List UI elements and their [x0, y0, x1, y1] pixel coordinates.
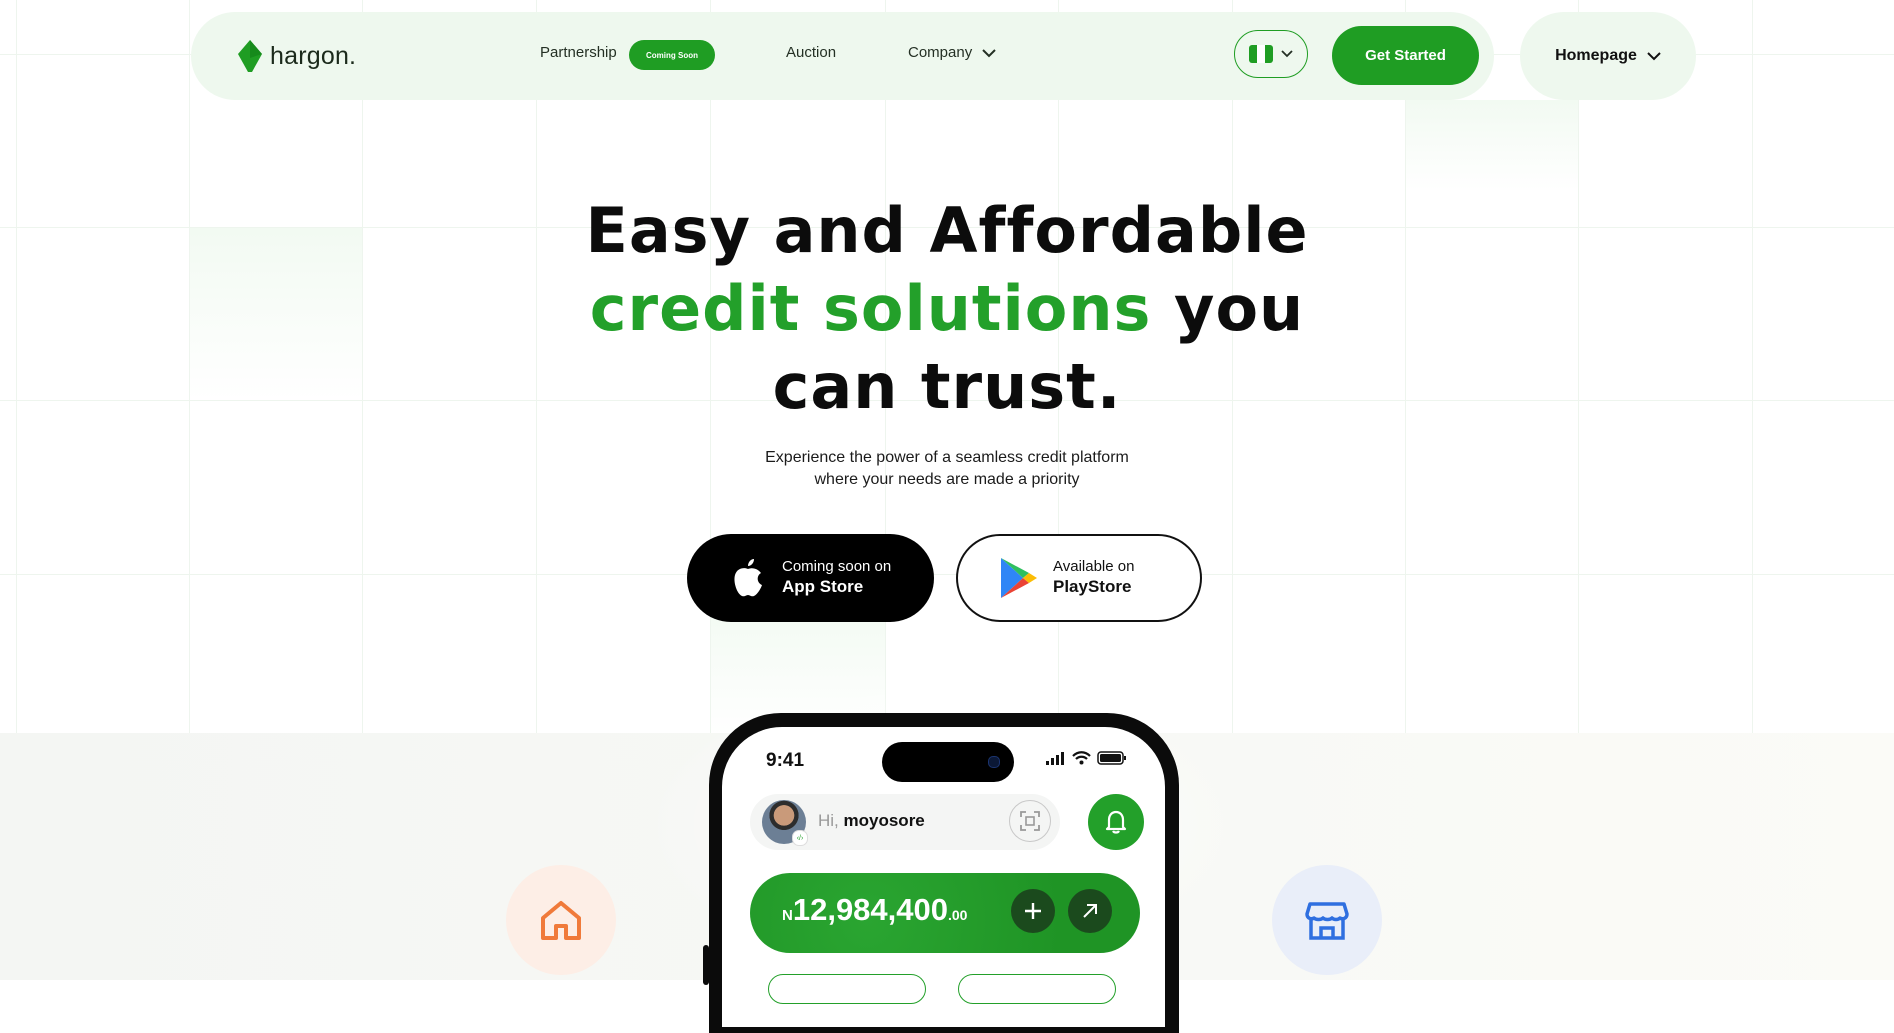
quick-action-pill-2[interactable] [958, 974, 1116, 1004]
home-feature-badge [506, 865, 616, 975]
language-selector[interactable] [1234, 30, 1308, 78]
app-store-button[interactable]: Coming soon on App Store [687, 534, 934, 622]
homepage-dropdown[interactable]: Homepage [1520, 12, 1696, 100]
greeting: Hi, moyosore [818, 811, 925, 831]
arrow-up-right-icon [1083, 904, 1097, 918]
camera-dot [988, 756, 1000, 768]
balance-decimals: .00 [948, 907, 968, 923]
app-store-line-2: App Store [782, 577, 864, 596]
play-store-line-2: PlayStore [1053, 577, 1132, 596]
chevron-down-icon [1281, 50, 1293, 58]
hargon-logo-icon [238, 40, 262, 72]
hero-title-line-2-rest: you [1151, 272, 1305, 345]
chevron-down-icon [982, 48, 997, 57]
greeting-prefix: Hi, [818, 811, 839, 830]
nav-link-auction[interactable]: Auction [786, 44, 836, 61]
hero-title-line-2: credit solutions you [0, 270, 1894, 348]
balance-currency: N [782, 907, 793, 924]
balance-amount: N12,984,400.00 [782, 892, 967, 928]
hero-subtitle-line-2: where your needs are made a priority [814, 471, 1080, 488]
chevron-down-icon [1647, 51, 1661, 60]
homepage-label: Homepage [1555, 47, 1637, 64]
send-funds-button[interactable] [1068, 889, 1112, 933]
hero-title-line-3: can trust. [772, 350, 1122, 423]
notifications-button[interactable] [1088, 794, 1144, 850]
hero-title-line-1: Easy and Affordable [585, 194, 1309, 267]
nav-link-company-label: Company [908, 44, 973, 61]
phone-side-button [703, 945, 709, 985]
balance-value: 12,984,400 [792, 892, 948, 927]
nav-link-company[interactable]: Company [908, 44, 997, 61]
quick-action-pill-1[interactable] [768, 974, 926, 1004]
signal-icon [1046, 751, 1064, 765]
scan-icon [1020, 811, 1040, 831]
hero-subtitle-line-1: Experience the power of a seamless credi… [765, 449, 1129, 466]
wifi-icon [1072, 751, 1091, 765]
coming-soon-badge: Coming Soon [629, 40, 715, 70]
hero-highlight: credit solutions [589, 272, 1152, 345]
brand-logo[interactable]: hargon. [238, 40, 356, 72]
flag-icon [1249, 45, 1273, 63]
home-icon [541, 901, 581, 940]
username: moyosore [843, 811, 925, 830]
scan-button[interactable] [1009, 800, 1051, 842]
battery-icon [1097, 751, 1126, 765]
play-store-line-1: Available on [1053, 558, 1135, 575]
shop-feature-badge [1272, 865, 1382, 975]
bell-icon [1105, 810, 1127, 834]
shop-icon [1305, 902, 1349, 940]
add-funds-button[interactable] [1011, 889, 1055, 933]
avatar-badge: ‹/› [792, 830, 808, 846]
get-started-button[interactable]: Get Started [1332, 26, 1479, 85]
nav-link-partnership[interactable]: Partnership [540, 44, 617, 61]
plus-icon [1025, 903, 1041, 919]
brand-name: hargon. [270, 41, 357, 70]
play-store-button[interactable]: Available on PlayStore [956, 534, 1202, 622]
apple-icon [726, 556, 770, 600]
status-icons [1046, 751, 1127, 765]
play-store-icon [997, 556, 1041, 600]
app-store-line-1: Coming soon on [782, 558, 892, 575]
status-time: 9:41 [766, 750, 805, 771]
